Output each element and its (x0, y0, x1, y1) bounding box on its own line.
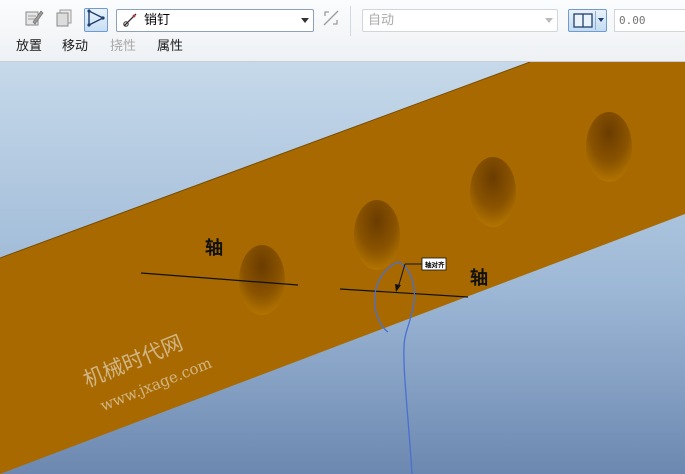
constraint-type-select[interactable]: 销钉 (116, 9, 314, 32)
tab-placement[interactable]: 放置 (16, 38, 42, 56)
flip-button[interactable] (319, 8, 343, 32)
constraint-type-value: 销钉 (144, 13, 171, 28)
pin-constraint-icon (86, 8, 106, 32)
orientation-icon (573, 12, 593, 33)
flip-icon (321, 8, 341, 32)
graphics-viewport[interactable]: 轴 轴 轴对齐 机械时代网 www.jxage.com (0, 62, 685, 474)
chevron-down-icon (545, 18, 553, 23)
axis-label-2: 轴 (470, 267, 488, 289)
hole-4[interactable] (586, 112, 632, 182)
pin-icon (122, 12, 138, 35)
axis-label-1: 轴 (205, 237, 223, 259)
chevron-down-icon (598, 18, 604, 22)
callout-text: 轴对齐 (425, 260, 445, 269)
tab-properties[interactable]: 属性 (157, 38, 183, 56)
chevron-down-icon (301, 18, 309, 23)
offset-mode-value: 自动 (368, 13, 395, 28)
split-divider (595, 11, 596, 30)
component-placement-dashboard: 销钉 自动 放置 移动 挠性 属性 (0, 0, 685, 62)
toolbar-separator (350, 6, 351, 36)
offset-value-input[interactable] (614, 9, 685, 32)
hole-2[interactable] (354, 200, 400, 270)
copy-constraint-button[interactable] (52, 8, 76, 32)
edit-constraint-icon (24, 8, 44, 32)
orientation-split-button[interactable] (568, 9, 607, 32)
offset-mode-select[interactable]: 自动 (362, 9, 558, 32)
tab-move[interactable]: 移动 (62, 38, 88, 56)
tab-flexibility[interactable]: 挠性 (110, 38, 136, 56)
copy-icon (54, 8, 74, 32)
pin-constraint-button[interactable] (84, 8, 108, 32)
edit-constraint-button[interactable] (22, 8, 46, 32)
hole-1[interactable] (239, 245, 285, 315)
hole-3[interactable] (470, 157, 516, 227)
